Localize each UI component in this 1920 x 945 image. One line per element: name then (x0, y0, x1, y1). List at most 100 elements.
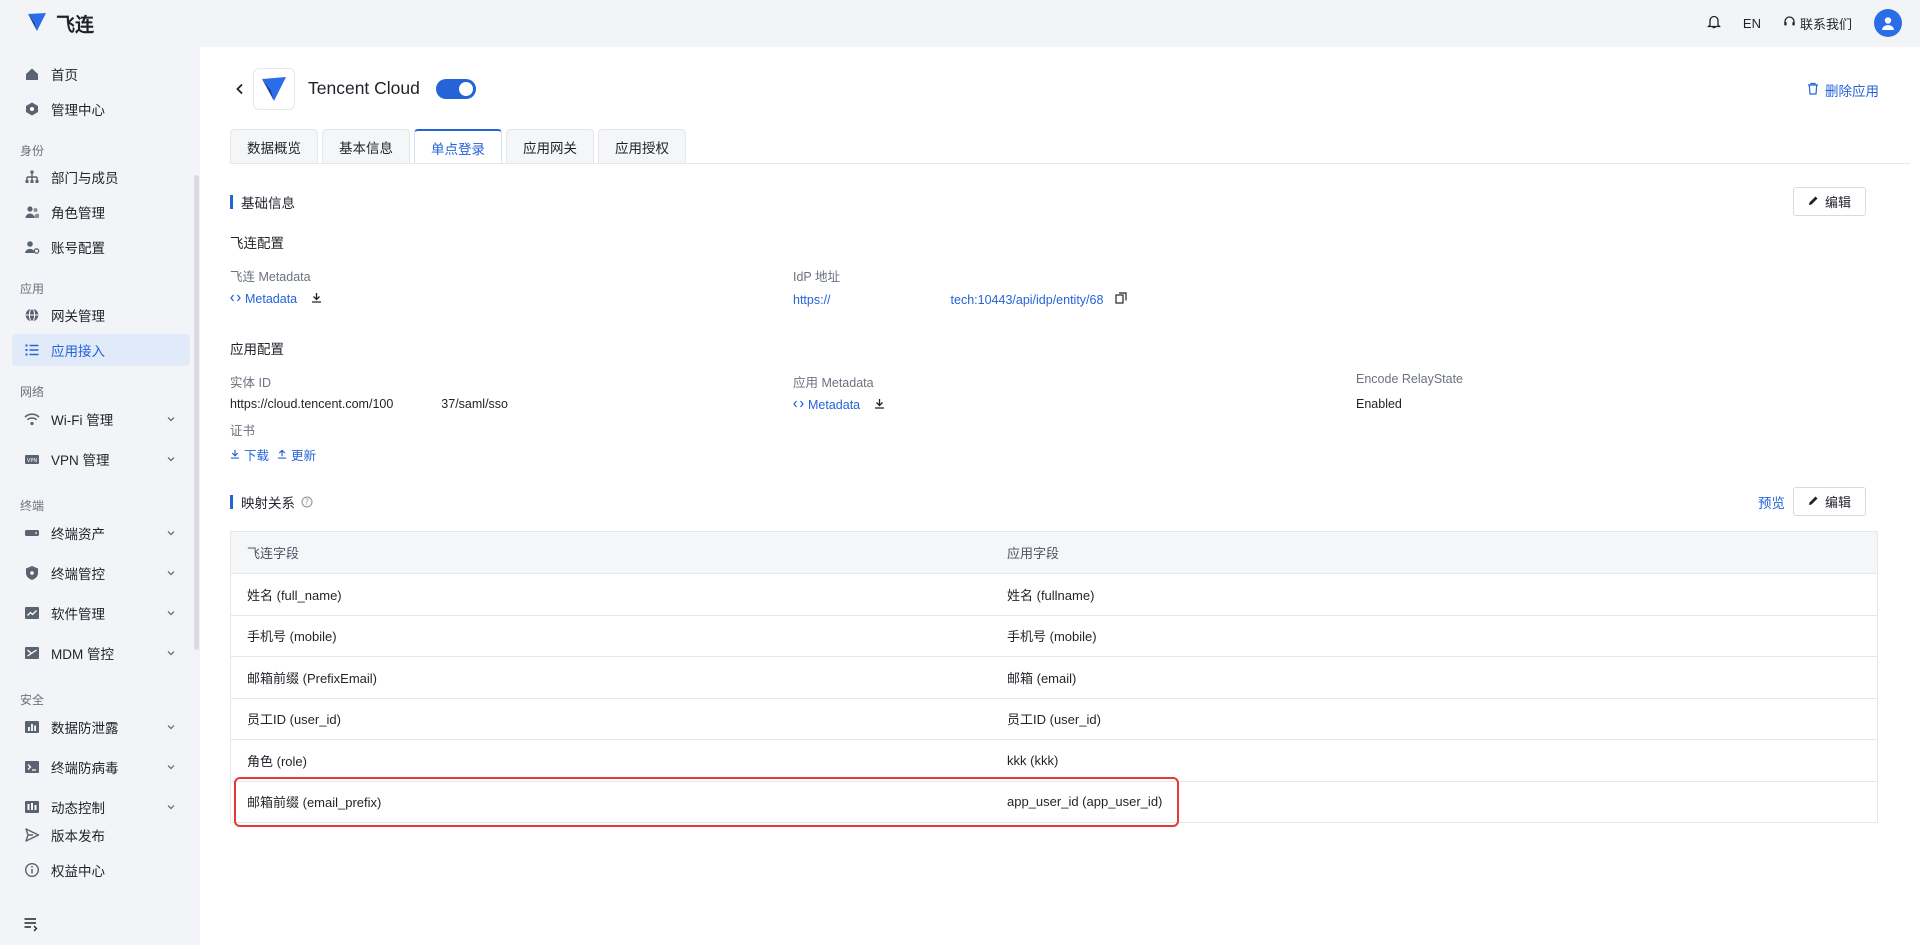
sidebar-item-label: Wi-Fi 管理 (51, 413, 114, 428)
edit-basic-button[interactable]: 编辑 (1793, 187, 1867, 216)
idp-address-label: IdP 地址 (793, 270, 841, 284)
chart-window-icon (23, 604, 41, 622)
sidebar-item-app-access[interactable]: 应用接入 (12, 334, 190, 366)
send-icon (23, 826, 41, 844)
sidebar-scrollbar[interactable] (194, 175, 199, 650)
sidebar-item-label: 网关管理 (51, 309, 105, 324)
edit-label: 编辑 (1825, 195, 1852, 210)
sidebar-item-release[interactable]: 版本发布 (12, 819, 190, 851)
sidebar-item-benefits[interactable]: 权益中心 (12, 854, 190, 886)
copy-icon[interactable] (1115, 292, 1128, 307)
pencil-icon (1808, 194, 1819, 209)
feilian-field-cell: 手机号 (mobile) (247, 629, 337, 645)
sidebar-item-dlp[interactable]: 数据防泄露 (12, 711, 190, 743)
info-icon (23, 861, 41, 879)
sidebar-item-antivirus[interactable]: 终端防病毒 (12, 751, 190, 783)
table-header: 飞连字段 应用字段 (231, 532, 1877, 573)
mapping-table: 飞连字段 应用字段 姓名 (full_name) 姓名 (fullname) 手… (230, 531, 1878, 823)
idp-url-suffix[interactable]: tech:10443/api/idp/entity/68 (951, 293, 1104, 307)
idp-url-prefix[interactable]: https:// (793, 293, 831, 307)
certificate-actions: 下载 更新 (230, 445, 316, 464)
sidebar-item-vpn[interactable]: VPN VPN 管理 (12, 443, 190, 475)
sidebar-item-wifi[interactable]: Wi-Fi 管理 (12, 403, 190, 435)
table-row: 邮箱前缀 (email_prefix) app_user_id (app_use… (231, 780, 1877, 823)
preview-link[interactable]: 预览 (1758, 492, 1785, 512)
sidebar-item-departments[interactable]: 部门与成员 (12, 161, 190, 193)
code-icon (230, 292, 241, 306)
sidebar-item-label: 管理中心 (51, 103, 105, 118)
app-field-cell: app_user_id (app_user_id) (1007, 794, 1163, 810)
download-icon[interactable] (874, 398, 885, 412)
chevron-down-icon (166, 452, 176, 467)
tab-sso[interactable]: 单点登录 (414, 129, 502, 164)
encode-relaystate-value: Enabled (1356, 397, 1402, 411)
metadata-link-text: Metadata (808, 398, 861, 412)
table-row: 员工ID (user_id) 员工ID (user_id) (231, 697, 1877, 740)
cert-update-link[interactable]: 更新 (277, 445, 316, 464)
feilian-metadata-label: 飞连 Metadata (230, 270, 311, 284)
delete-app-button[interactable]: 删除应用 (1807, 80, 1879, 100)
chevron-down-icon (166, 646, 176, 661)
tab-data-overview[interactable]: 数据概览 (230, 129, 318, 163)
tab-basic-info[interactable]: 基本信息 (322, 129, 410, 163)
sidebar-item-gateway[interactable]: 网关管理 (12, 299, 190, 331)
sidebar-item-mdm[interactable]: MDM 管控 (12, 637, 190, 669)
edit-label: 编辑 (1825, 495, 1852, 510)
sidebar-item-terminal-assets[interactable]: 终端资产 (12, 517, 190, 549)
language-switch[interactable]: EN (1743, 16, 1761, 31)
sidebar-item-label: MDM 管控 (51, 647, 114, 662)
headset-icon (1783, 15, 1796, 31)
svg-text:?: ? (305, 498, 309, 507)
sidebar-item-label: 终端资产 (51, 527, 105, 542)
shield-icon (23, 564, 41, 582)
app-enabled-toggle[interactable] (436, 79, 476, 99)
app-metadata-link[interactable]: Metadata (793, 398, 860, 412)
dynamic-icon (23, 798, 41, 816)
sidebar-item-software[interactable]: 软件管理 (12, 597, 190, 629)
edit-mapping-button[interactable]: 编辑 (1793, 487, 1867, 516)
sidebar-item-label: 首页 (51, 68, 78, 83)
contact-us-link[interactable]: 联系我们 (1783, 14, 1852, 33)
sidebar-item-terminal-control[interactable]: 终端管控 (12, 557, 190, 589)
sidebar-item-label: 软件管理 (51, 607, 105, 622)
users-icon (23, 203, 41, 221)
section-title-text: 基础信息 (241, 196, 295, 211)
sidebar-item-account-config[interactable]: 账号配置 (12, 231, 190, 263)
chevron-down-icon (166, 566, 176, 581)
notification-bell-icon[interactable] (1706, 14, 1721, 32)
help-icon[interactable]: ? (301, 496, 313, 508)
download-icon[interactable] (311, 292, 322, 306)
chevron-down-icon (166, 800, 176, 815)
cert-download-link[interactable]: 下载 (230, 445, 269, 464)
collapse-menu-icon[interactable] (23, 916, 39, 935)
download-icon (230, 448, 240, 462)
feilian-field-cell: 姓名 (full_name) (247, 587, 342, 603)
back-arrow-icon[interactable] (233, 82, 247, 99)
sidebar-item-roles[interactable]: 角色管理 (12, 196, 190, 228)
tab-divider (230, 163, 1910, 164)
section-title-text: 映射关系 (241, 496, 295, 511)
sidebar-item-admin-center[interactable]: 管理中心 (12, 93, 190, 125)
user-avatar[interactable] (1874, 9, 1902, 37)
sidebar-item-label: 终端防病毒 (51, 761, 119, 776)
chevron-down-icon (166, 412, 176, 427)
chevron-down-icon (166, 606, 176, 621)
hub-icon (23, 100, 41, 118)
sidebar-item-home[interactable]: 首页 (12, 58, 190, 90)
tab-app-gateway[interactable]: 应用网关 (506, 129, 594, 163)
contact-us-label: 联系我们 (1799, 16, 1852, 32)
feilian-field-cell: 员工ID (user_id) (247, 712, 341, 728)
brand[interactable]: 飞连 (26, 10, 94, 37)
sidebar-item-label: 角色管理 (51, 206, 105, 221)
delete-app-label: 删除应用 (1825, 84, 1879, 99)
feilian-config-title: 飞连配置 (230, 236, 284, 251)
tab-bar: 数据概览 基本信息 单点登录 应用网关 应用授权 (230, 129, 686, 164)
entity-id-value: https://cloud.tencent.com/100 37/saml/ss… (230, 397, 508, 411)
feilian-metadata-link[interactable]: Metadata (230, 292, 297, 306)
certificate-label: 证书 (230, 424, 256, 438)
vpn-icon: VPN (23, 450, 41, 468)
app-field-cell: 姓名 (fullname) (1007, 587, 1095, 603)
app-title: Tencent Cloud (308, 78, 420, 98)
tab-app-authorization[interactable]: 应用授权 (598, 129, 686, 163)
app-field-cell: kkk (kkk) (1007, 752, 1059, 768)
